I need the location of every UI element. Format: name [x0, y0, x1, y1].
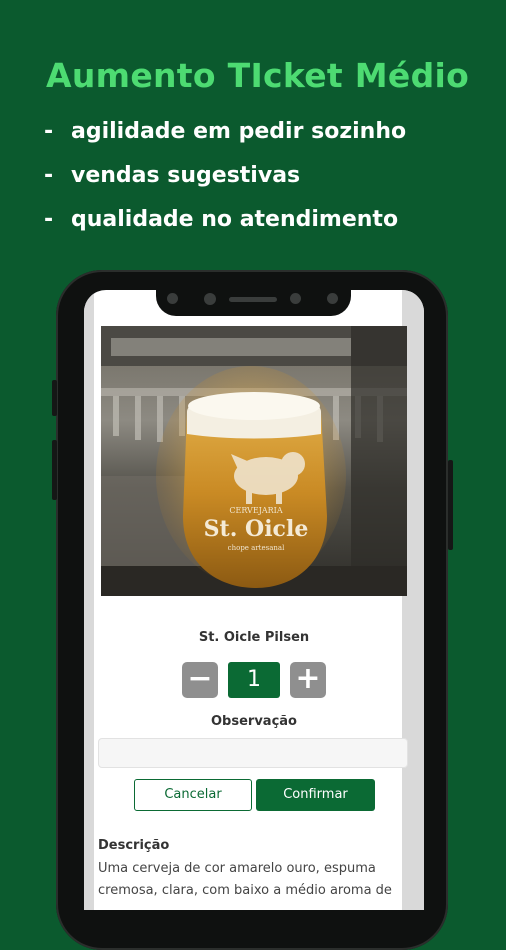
glass-brand-line3: chope artesanal: [228, 544, 285, 552]
front-camera-icon: [327, 293, 338, 304]
description-text: Uma cerveja de cor amarelo ouro, espuma …: [98, 861, 392, 898]
observation-label: Observação: [211, 714, 297, 729]
quantity-value: 1: [228, 662, 280, 698]
phone-side-button: [448, 460, 453, 550]
benefit-text: agilidade em pedir sozinho: [71, 119, 407, 144]
front-camera-icon: [290, 293, 301, 304]
bullet-dash: -: [44, 119, 54, 144]
increase-quantity-button[interactable]: +: [290, 662, 326, 698]
phone-screen: CERVEJARIA St. Oicle chope artesanal St.…: [84, 290, 424, 910]
phone-notch: [156, 283, 351, 316]
beer-glass-illustration: CERVEJARIA St. Oicle chope artesanal: [101, 326, 407, 596]
product-name: St. Oicle Pilsen: [198, 630, 310, 645]
headline: Aumento TIcket Médio: [46, 56, 470, 95]
glass-brand-line2: St. Oicle: [204, 516, 309, 542]
plus-icon: +: [295, 661, 321, 696]
phone-side-button: [52, 440, 57, 500]
decrease-quantity-button[interactable]: −: [182, 662, 218, 698]
front-camera-icon: [204, 293, 216, 305]
front-camera-icon: [167, 293, 178, 304]
product-image: CERVEJARIA St. Oicle chope artesanal: [101, 326, 407, 596]
bullet-dash: -: [44, 207, 54, 232]
phone-side-button: [52, 380, 57, 416]
benefit-item: - vendas sugestivas: [44, 154, 406, 198]
benefit-item: - qualidade no atendimento: [44, 198, 406, 242]
glass-brand-line1: CERVEJARIA: [229, 506, 282, 515]
confirm-button[interactable]: Confirmar: [256, 779, 375, 811]
speaker-grille-icon: [229, 297, 277, 302]
benefit-text: vendas sugestivas: [71, 163, 301, 188]
cancel-button[interactable]: Cancelar: [134, 779, 252, 811]
benefit-list: - agilidade em pedir sozinho - vendas suge…: [44, 110, 406, 242]
bullet-dash: -: [44, 163, 54, 188]
observation-input[interactable]: [98, 738, 408, 768]
minus-icon: −: [187, 661, 213, 696]
benefit-item: - agilidade em pedir sozinho: [44, 110, 406, 154]
description-title: Descrição: [98, 838, 170, 853]
screen-edge-left: [84, 290, 94, 910]
benefit-text: qualidade no atendimento: [71, 207, 399, 232]
